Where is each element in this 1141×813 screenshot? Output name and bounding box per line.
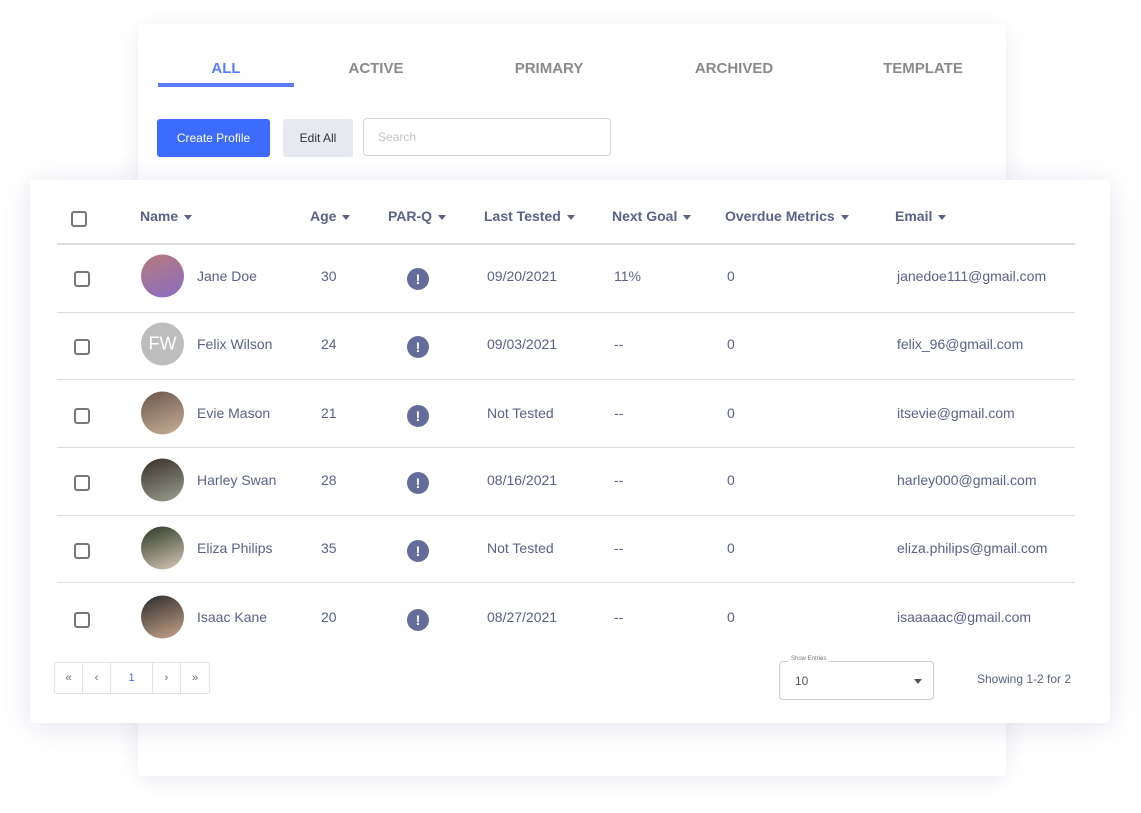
next-goal: -- [614,609,624,625]
client-name[interactable]: Isaac Kane [197,609,267,625]
edit-all-button[interactable]: Edit All [283,119,353,157]
email[interactable]: felix_96@gmail.com [897,336,1023,352]
chevron-down-icon [914,679,922,684]
row-checkbox[interactable] [74,475,90,491]
tab-template[interactable]: TEMPLATE [860,60,986,77]
row-divider [57,515,1075,516]
page-1-button[interactable]: 1 [111,663,153,693]
row-checkbox[interactable] [74,339,90,355]
overdue-metrics: 0 [727,336,735,352]
header-divider [57,243,1075,245]
avatar [141,254,184,298]
row-checkbox[interactable] [74,271,90,287]
alert-icon[interactable]: ! [407,540,429,562]
row-checkbox[interactable] [74,612,90,628]
select-all-checkbox[interactable] [71,211,87,227]
tab-active[interactable]: ACTIVE [310,60,442,77]
alert-icon[interactable]: ! [407,472,429,494]
column-header-name[interactable]: Name [140,208,193,224]
sort-caret-icon [683,214,692,220]
client-name[interactable]: Felix Wilson [197,336,272,352]
avatar [141,458,184,502]
search-input[interactable] [363,118,611,156]
showing-count: Showing 1-2 for 2 [977,672,1072,686]
client-name[interactable]: Jane Doe [197,268,257,284]
client-name[interactable]: Harley Swan [197,472,276,488]
row-divider [57,447,1075,448]
email[interactable]: isaaaaac@gmail.com [897,609,1031,625]
column-header-email[interactable]: Email [895,208,947,224]
tab-all[interactable]: ALL [158,60,294,77]
sort-caret-icon [438,214,447,220]
sort-caret-icon [566,214,575,220]
overdue-metrics: 0 [727,472,735,488]
next-goal: -- [614,405,624,421]
row-divider [57,379,1075,380]
age: 35 [321,540,337,556]
email[interactable]: harley000@gmail.com [897,472,1037,488]
last-tested: Not Tested [487,405,554,421]
profiles-table-card [30,180,1110,723]
row-checkbox[interactable] [74,408,90,424]
next-page-button[interactable]: › [153,663,181,693]
column-header-age[interactable]: Age [310,208,351,224]
create-profile-button[interactable]: Create Profile [157,119,270,157]
last-tested: 08/16/2021 [487,472,558,488]
show-entries-value: 10 [795,674,809,688]
last-tested: Not Tested [487,540,554,556]
overdue-metrics: 0 [727,609,735,625]
column-header-next-goal[interactable]: Next Goal [612,208,692,224]
tab-archived[interactable]: ARCHIVED [665,60,803,77]
last-tested: 09/03/2021 [487,336,558,352]
age: 28 [321,472,337,488]
sort-caret-icon [184,214,193,220]
tab-primary[interactable]: PRIMARY [480,60,618,77]
client-name[interactable]: Evie Mason [197,405,270,421]
email[interactable]: itsevie@gmail.com [897,405,1015,421]
last-tested: 08/27/2021 [487,609,558,625]
avatar: FW [141,322,184,366]
alert-icon[interactable]: ! [407,609,429,631]
first-page-button[interactable]: « [55,663,83,693]
avatar [141,526,184,570]
last-tested: 09/20/2021 [487,268,558,284]
alert-icon[interactable]: ! [407,336,429,358]
alert-icon[interactable]: ! [407,268,429,290]
next-goal: 11% [614,268,641,284]
avatar [141,391,184,435]
show-entries-label: Show Entries [788,656,830,662]
age: 21 [321,405,337,421]
row-checkbox[interactable] [74,543,90,559]
last-page-button[interactable]: » [181,663,209,693]
sort-caret-icon [342,214,351,220]
next-goal: -- [614,472,624,488]
pagination: « ‹ 1 › » [54,662,210,694]
show-entries-select[interactable]: Show Entries 10 [779,656,934,700]
age: 24 [321,336,337,352]
client-name[interactable]: Eliza Philips [197,540,272,556]
sort-caret-icon [840,214,849,220]
avatar [141,595,184,639]
age: 30 [321,268,337,284]
overdue-metrics: 0 [727,540,735,556]
prev-page-button[interactable]: ‹ [83,663,111,693]
active-tab-indicator [158,83,294,87]
column-header-overdue-metrics[interactable]: Overdue Metrics [725,208,849,224]
column-header-last-tested[interactable]: Last Tested [484,208,575,224]
next-goal: -- [614,540,624,556]
email[interactable]: eliza.philips@gmail.com [897,540,1047,556]
next-goal: -- [614,336,624,352]
row-divider [57,312,1075,313]
age: 20 [321,609,337,625]
alert-icon[interactable]: ! [407,405,429,427]
email[interactable]: janedoe111@gmail.com [897,268,1046,284]
overdue-metrics: 0 [727,268,735,284]
sort-caret-icon [938,214,947,220]
overdue-metrics: 0 [727,405,735,421]
row-divider [57,582,1075,583]
column-header-par-q[interactable]: PAR-Q [388,208,447,224]
